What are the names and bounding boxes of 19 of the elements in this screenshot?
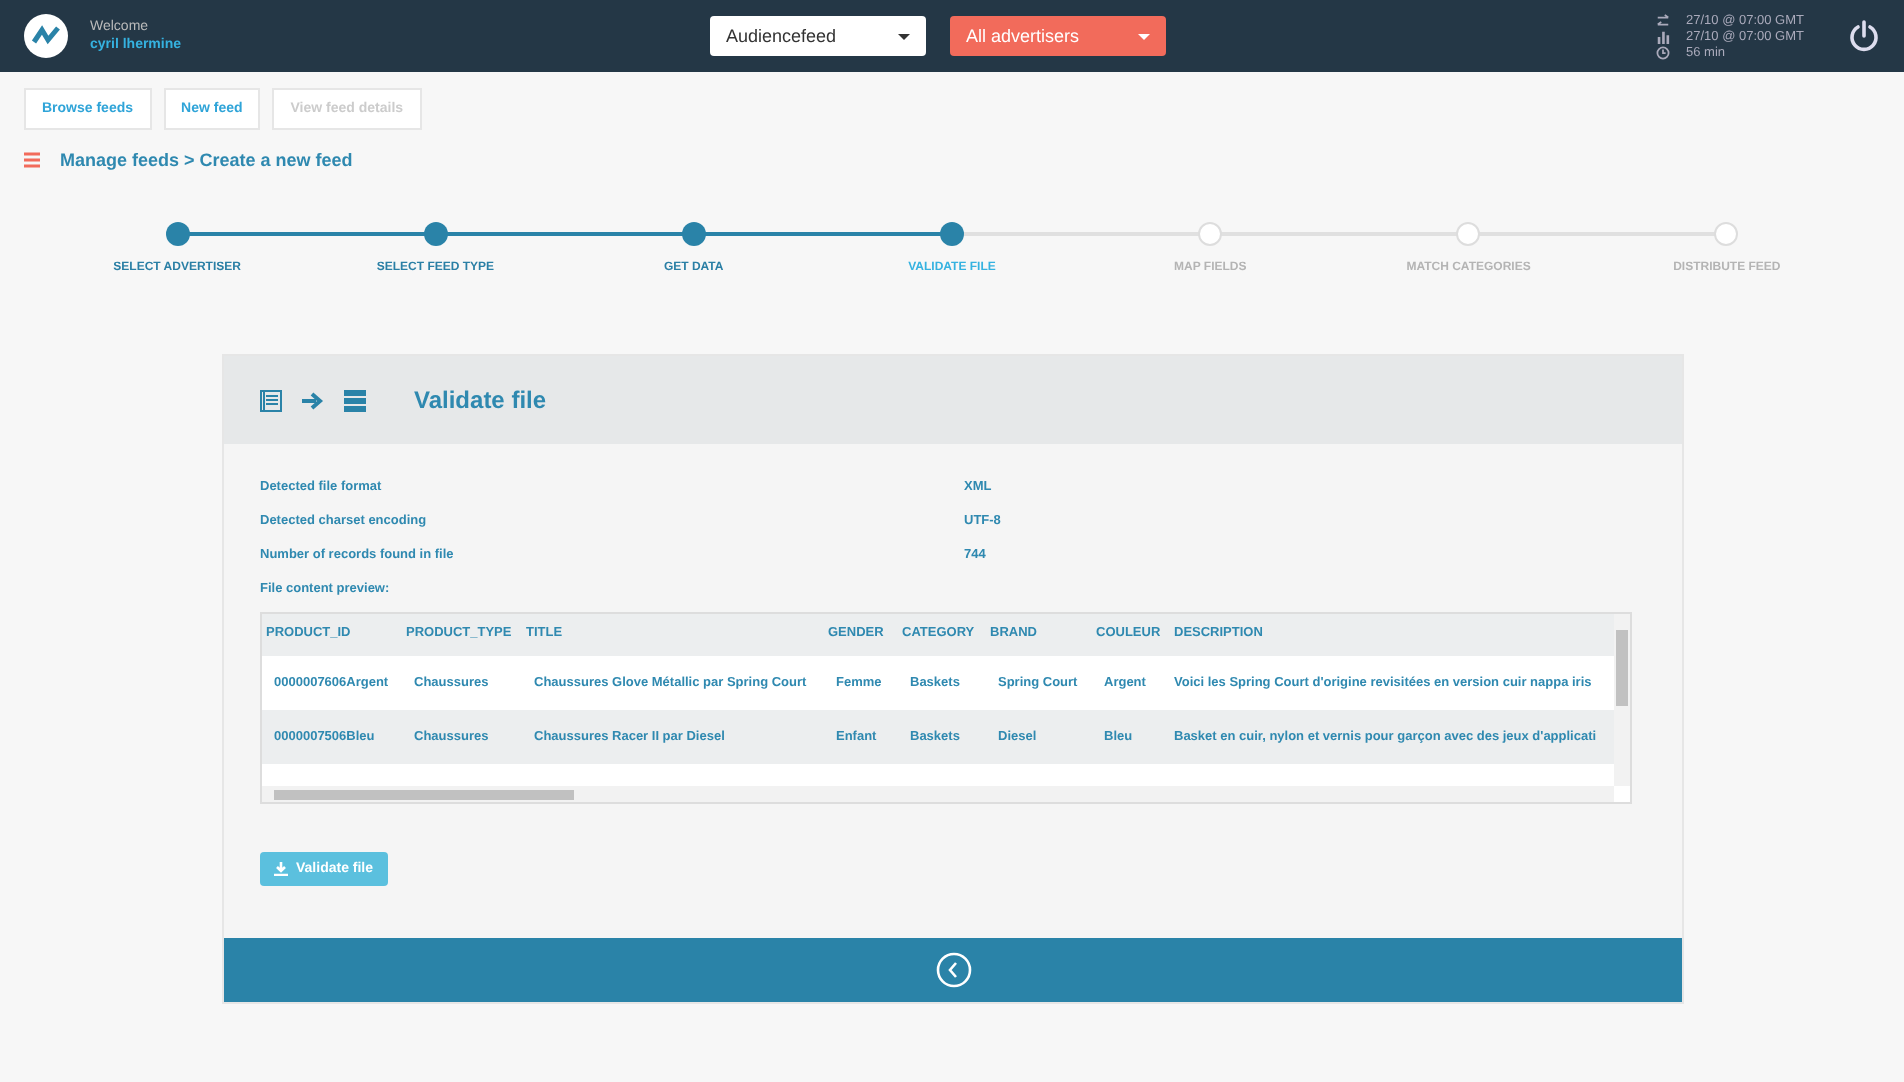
clock-icon <box>1656 45 1670 59</box>
back-icon[interactable] <box>935 952 971 988</box>
logo-icon <box>24 14 68 58</box>
breadcrumb: Manage feeds > Create a new feed <box>60 150 353 170</box>
panel-title: Validate file <box>414 386 547 414</box>
download-icon <box>274 862 288 876</box>
advertiser-select[interactable]: All advertisers <box>950 16 1166 56</box>
file-icon <box>260 389 282 411</box>
database-icon <box>344 389 366 411</box>
vertical-scrollbar[interactable] <box>1614 614 1630 786</box>
arrow-icon <box>302 391 324 409</box>
power-icon[interactable] <box>1848 20 1880 52</box>
bar-chart-icon <box>1656 29 1670 43</box>
caret-icon <box>898 33 910 45</box>
swap-icon <box>1656 13 1670 27</box>
menu-icon[interactable] <box>24 152 40 168</box>
caret-icon <box>1138 33 1150 45</box>
horizontal-scrollbar[interactable] <box>262 786 1614 802</box>
platform-select[interactable]: Audiencefeed <box>710 16 926 56</box>
